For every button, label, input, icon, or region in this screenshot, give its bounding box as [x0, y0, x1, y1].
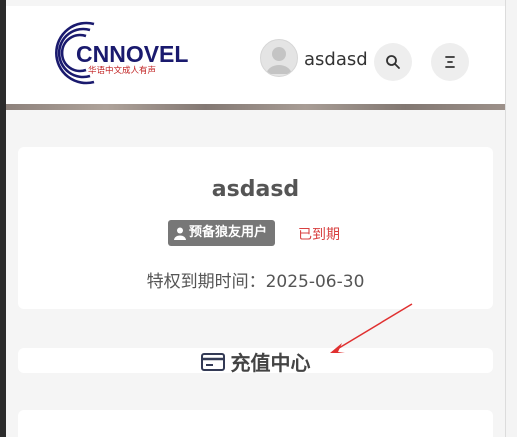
- header-username[interactable]: asdasd: [304, 49, 368, 70]
- annotation-arrow: [330, 303, 413, 353]
- vip-expire-date: 2025-06-30: [265, 272, 365, 292]
- role-badge: 预备狼友用户: [168, 220, 276, 246]
- site-header: CNNOVEL 华语中文成人有声 asdasd: [6, 6, 505, 104]
- card-icon: [200, 352, 225, 371]
- logo-text: CNNOVEL: [76, 41, 188, 67]
- role-label: 预备狼友用户: [189, 225, 268, 240]
- profile-name: asdasd: [211, 177, 300, 202]
- recharge-title: 充值中心: [230, 351, 311, 375]
- expired-status: 已到期: [298, 227, 340, 243]
- recharge-title-row[interactable]: 充值中心: [18, 348, 493, 375]
- browser-scrollbar[interactable]: [505, 0, 517, 437]
- next-card: [18, 410, 493, 437]
- user-icon: [174, 227, 186, 240]
- site-logo[interactable]: CNNOVEL 华语中文成人有声: [42, 18, 202, 88]
- page: CNNOVEL 华语中文成人有声 asdasd asdasd 预备狼友用户 已到…: [6, 0, 505, 437]
- menu-button[interactable]: [431, 43, 469, 81]
- user-avatar-icon[interactable]: [260, 39, 298, 77]
- recharge-section[interactable]: 充值中心: [18, 348, 493, 375]
- logo-subtitle: 华语中文成人有声: [88, 65, 156, 76]
- menu-icon: [445, 56, 455, 68]
- search-icon: [386, 55, 400, 69]
- vip-expire-label: 特权到期时间：: [146, 272, 266, 292]
- header-banner-strip: [6, 104, 505, 110]
- profile-card: asdasd 预备狼友用户 已到期 特权到期时间：2025-06-30: [18, 147, 493, 309]
- vip-expire-line: 特权到期时间：2025-06-30: [18, 267, 493, 292]
- search-button[interactable]: [374, 43, 412, 81]
